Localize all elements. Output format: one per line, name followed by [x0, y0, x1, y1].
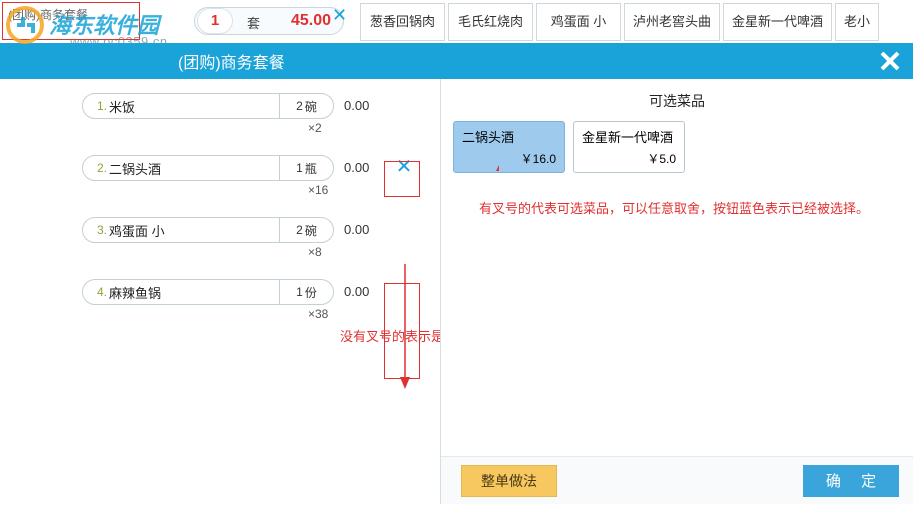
item-qty: 2碗	[279, 218, 333, 242]
dish-tab[interactable]: 毛氏红烧肉	[448, 3, 533, 41]
item-index: 3.	[89, 223, 107, 237]
remove-combo-icon[interactable]: ✕	[332, 7, 350, 25]
item-pill[interactable]: 2. 二锅头酒 1瓶	[82, 155, 334, 181]
annotation-box	[384, 161, 420, 197]
selected-combo-box: (团购)商务套餐	[2, 2, 140, 40]
item-multiplier: ×2	[308, 121, 322, 135]
item-index: 4.	[89, 285, 107, 299]
optional-dish-card[interactable]: 二锅头酒 ￥16.0	[453, 121, 565, 173]
bottom-bar: 整单做法 确 定	[441, 456, 913, 504]
item-name: 鸡蛋面 小	[109, 221, 279, 240]
combo-price: 45.00	[291, 12, 331, 30]
item-price: 0.00	[344, 98, 369, 113]
dish-tabs: 葱香回锅肉 毛氏红烧肉 鸡蛋面 小 泸州老窖头曲 金星新一代啤酒 老小	[360, 3, 879, 41]
combo-item-row: 2. 二锅头酒 1瓶 0.00 ×16 ✕	[82, 155, 428, 203]
optional-title: 可选菜品	[441, 91, 913, 111]
item-index: 2.	[89, 161, 107, 175]
optional-dish-price: ￥16.0	[462, 150, 556, 167]
annotation-text: 有叉号的代表可选菜品，可以任意取舍，按钮蓝色表示已经被选择。	[479, 199, 909, 219]
combo-item-row: 3. 鸡蛋面 小 2碗 0.00 ×8	[82, 217, 428, 265]
dish-tab[interactable]: 鸡蛋面 小	[536, 3, 621, 41]
item-qty: 2碗	[279, 94, 333, 118]
item-pill[interactable]: 3. 鸡蛋面 小 2碗	[82, 217, 334, 243]
item-qty: 1份	[279, 280, 333, 304]
dialog-title: (团购)商务套餐	[178, 49, 285, 73]
dialog-titlebar: (团购)商务套餐	[0, 43, 913, 79]
optional-dish-card[interactable]: 金星新一代啤酒 ￥5.0	[573, 121, 685, 173]
optional-dish-name: 金星新一代啤酒	[582, 127, 676, 146]
item-name: 米饭	[109, 97, 279, 116]
item-pill[interactable]: 1. 米饭 2碗	[82, 93, 334, 119]
dish-tab[interactable]: 葱香回锅肉	[360, 3, 445, 41]
dish-tab[interactable]: 泸州老窖头曲	[624, 3, 720, 41]
item-price: 0.00	[344, 284, 369, 299]
combo-qty[interactable]: 1	[197, 8, 233, 34]
combo-unit: 套	[247, 13, 260, 32]
optional-dish-price: ￥5.0	[582, 150, 676, 167]
item-price: 0.00	[344, 160, 369, 175]
confirm-button[interactable]: 确 定	[803, 465, 899, 497]
combo-items-panel: 1. 米饭 2碗 0.00 ×2 2. 二锅头酒 1瓶 0.00 ×16 ✕ 3…	[70, 79, 440, 504]
item-price: 0.00	[344, 222, 369, 237]
annotation-arrow-icon	[481, 161, 499, 179]
optional-dishes-panel: 可选菜品 二锅头酒 ￥16.0 金星新一代啤酒 ￥5.0 有叉号的代表可选菜品，…	[440, 79, 913, 504]
combo-item-row: 1. 米饭 2碗 0.00 ×2	[82, 93, 428, 141]
item-name: 二锅头酒	[109, 159, 279, 178]
optional-dish-name: 二锅头酒	[462, 127, 556, 146]
item-qty: 1瓶	[279, 156, 333, 180]
quantity-price-pill: 1 套 45.00	[194, 7, 344, 35]
close-icon[interactable]	[873, 43, 907, 79]
selected-combo-label: (团购)商务套餐	[8, 6, 88, 23]
item-index: 1.	[89, 99, 107, 113]
item-multiplier: ×8	[308, 245, 322, 259]
whole-order-method-button[interactable]: 整单做法	[461, 465, 557, 497]
item-name: 麻辣鱼锅	[109, 283, 279, 302]
item-multiplier: ×16	[308, 183, 328, 197]
item-pill[interactable]: 4. 麻辣鱼锅 1份	[82, 279, 334, 305]
item-multiplier: ×38	[308, 307, 328, 321]
combo-item-row: 4. 麻辣鱼锅 1份 0.00 ×38	[82, 279, 428, 327]
dish-tab[interactable]: 老小	[835, 3, 879, 41]
dish-tab[interactable]: 金星新一代啤酒	[723, 3, 832, 41]
